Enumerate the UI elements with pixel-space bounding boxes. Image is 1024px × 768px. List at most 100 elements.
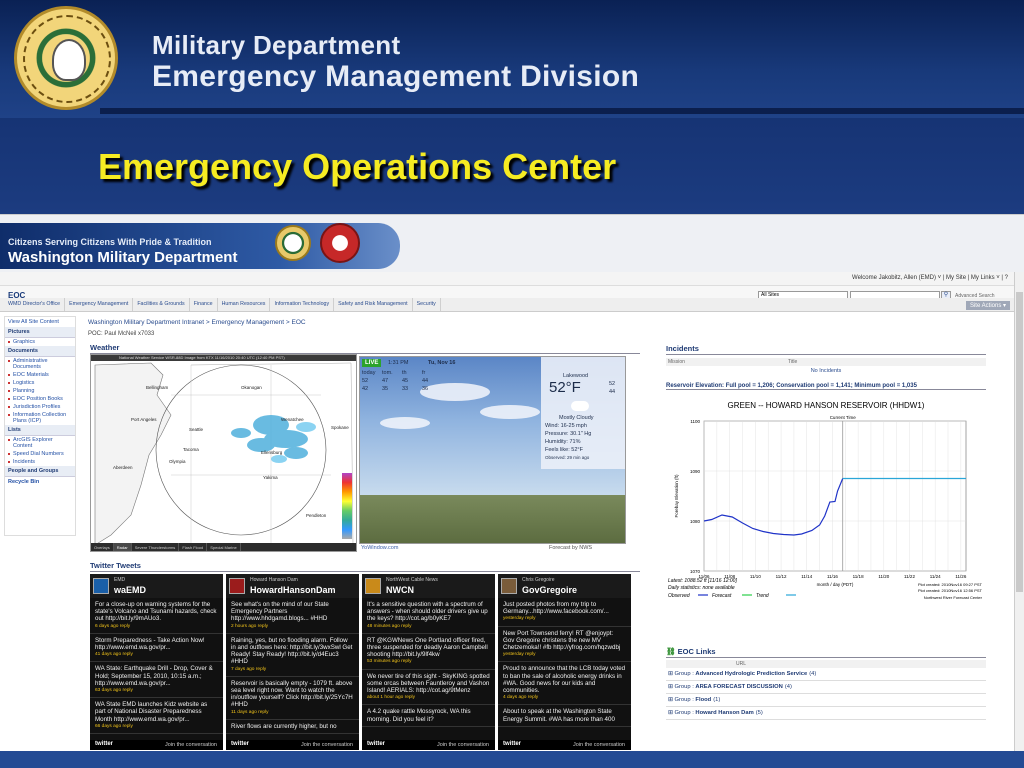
link-group[interactable]: ⊞ Group : Flood (1) bbox=[666, 694, 986, 707]
washington-portrait-icon bbox=[52, 39, 86, 81]
tweet-time[interactable]: 11 days ago reply bbox=[231, 709, 354, 716]
nav-item[interactable]: Jurisdiction Profiles bbox=[5, 403, 75, 411]
tweet-text: WA State EMD launches Kidz website as pa… bbox=[95, 701, 208, 723]
radar-tab[interactable]: Special Marine bbox=[207, 543, 241, 551]
link-group[interactable]: ⊞ Group : Howard Hanson Dam (5) bbox=[666, 707, 986, 720]
nav-section-heading[interactable]: People and Groups bbox=[5, 466, 75, 477]
avatar[interactable] bbox=[501, 578, 517, 594]
avatar[interactable] bbox=[229, 578, 245, 594]
map-city-label: Port Angeles bbox=[131, 417, 157, 422]
tweet-time[interactable]: 2 hours ago reply bbox=[231, 623, 354, 630]
radar-map[interactable]: National Weather Service WSR-88D Image f… bbox=[90, 354, 357, 552]
yowindow-link[interactable]: YoWindow.com bbox=[361, 545, 398, 551]
twitter-handle[interactable]: waEMD bbox=[114, 585, 146, 595]
recycle-bin-link[interactable]: Recycle Bin bbox=[5, 477, 75, 487]
forecast-low: 42 bbox=[362, 386, 369, 392]
nav-section-heading[interactable]: Pictures bbox=[5, 327, 75, 338]
join-conversation-link[interactable]: Join the conversation bbox=[301, 742, 353, 748]
tweet-text: We never tire of this sight - SkyKING sp… bbox=[367, 672, 490, 695]
nav-tab[interactable]: Information Technology bbox=[270, 298, 335, 311]
radar-tab[interactable]: Radar bbox=[113, 543, 132, 551]
welcome-menu[interactable]: Welcome Jakobitz, Allen (EMD) ˅ | My Sit… bbox=[852, 275, 1008, 281]
tweet-time[interactable]: 41 days ago reply bbox=[95, 651, 218, 658]
slide-title: Emergency Operations Center bbox=[98, 146, 617, 187]
tweet-time[interactable]: yesterday reply bbox=[503, 651, 626, 658]
tweet-time[interactable]: 6 days ago reply bbox=[95, 623, 218, 630]
tweet-time[interactable]: 53 minutes ago reply bbox=[367, 658, 490, 665]
avatar[interactable] bbox=[93, 578, 109, 594]
tweet-time[interactable]: 48 minutes ago reply bbox=[367, 623, 490, 630]
forecast-low: 35 bbox=[382, 386, 389, 392]
link-group[interactable]: ⊞ Group : Advanced Hydrologic Prediction… bbox=[666, 668, 986, 681]
twitter-handle[interactable]: HowardHansonDam bbox=[250, 585, 336, 595]
tweet-time[interactable]: 4 days ago reply bbox=[503, 694, 626, 701]
page-scrollbar[interactable] bbox=[1014, 272, 1024, 751]
nav-section-heading[interactable]: Documents bbox=[5, 346, 75, 357]
forecast-day: tom. bbox=[382, 370, 393, 376]
tweet-text: Reservoir is basically empty - 1079 ft. … bbox=[231, 679, 353, 709]
tweet-time[interactable]: about 1 hour ago reply bbox=[367, 694, 490, 701]
nav-tab[interactable]: Safety and Risk Management bbox=[334, 298, 413, 311]
site-actions-menu[interactable]: Site Actions ▾ bbox=[965, 301, 1010, 310]
group-name[interactable]: Flood bbox=[695, 697, 711, 703]
nav-item[interactable]: EOC Materials bbox=[5, 371, 75, 379]
tweet-time[interactable]: 66 days ago reply bbox=[95, 723, 218, 730]
join-conversation-link[interactable]: Join the conversation bbox=[165, 742, 217, 748]
account-owner: Chris Gregoire bbox=[522, 577, 555, 583]
radar-tab[interactable]: Severe Thunderstorms bbox=[132, 543, 180, 551]
twitter-handle[interactable]: NWCN bbox=[386, 585, 414, 595]
nav-item[interactable]: Graphics bbox=[5, 338, 75, 346]
nav-tab[interactable]: Emergency Management bbox=[65, 298, 134, 311]
x-tick-label: 11/18 bbox=[853, 574, 864, 579]
group-name[interactable]: AREA FORECAST DISCUSSION bbox=[695, 684, 782, 690]
tweet-time[interactable]: 7 days ago reply bbox=[231, 666, 354, 673]
map-city-label: Olympia bbox=[169, 459, 186, 464]
url-column[interactable]: URL bbox=[666, 660, 986, 668]
link-icon: ⛓ bbox=[666, 647, 678, 656]
yowindow-widget[interactable]: LIVE 1:31 PM Tu, Nov 16 today 52 42 tom. 47 3… bbox=[359, 356, 626, 544]
nav-item[interactable]: Administrative Documents bbox=[5, 357, 75, 371]
tweet: About to speak at the Washington State E… bbox=[498, 705, 631, 727]
nav-tab[interactable]: Human Resources bbox=[218, 298, 271, 311]
group-count: (4) bbox=[809, 671, 817, 677]
breadcrumb[interactable]: Washington Military Department Intranet … bbox=[88, 319, 306, 326]
forecast-day: today bbox=[362, 370, 376, 376]
nav-tab[interactable]: WMD Director's Office bbox=[4, 298, 66, 311]
scrollbar-thumb[interactable] bbox=[1016, 292, 1023, 592]
nav-item[interactable]: ArcGIS Explorer Content bbox=[5, 436, 75, 450]
nav-item[interactable]: Speed Dial Numbers bbox=[5, 450, 75, 458]
radar-tab[interactable]: Overlays bbox=[91, 543, 114, 551]
nav-item[interactable]: Incidents bbox=[5, 458, 75, 466]
nav-tab[interactable]: Finance bbox=[190, 298, 218, 311]
mission-column[interactable]: Mission bbox=[668, 359, 788, 365]
nav-item[interactable]: EOC Position Books bbox=[5, 395, 75, 403]
nav-item[interactable]: Logistics bbox=[5, 379, 75, 387]
twitter-handle[interactable]: GovGregoire bbox=[522, 585, 577, 595]
nav-tab[interactable]: Facilities & Grounds bbox=[133, 298, 190, 311]
forecast-credit[interactable]: Forecast by NWS bbox=[549, 545, 592, 551]
x-tick-label: 11/22 bbox=[904, 574, 915, 579]
tweet-time[interactable]: yesterday reply bbox=[503, 615, 626, 622]
avatar[interactable] bbox=[365, 578, 381, 594]
nav-item[interactable]: Planning bbox=[5, 387, 75, 395]
map-city-label: Spokane bbox=[331, 425, 349, 430]
tweet: For a close-up on warning systems for th… bbox=[90, 598, 223, 634]
join-conversation-link[interactable]: Join the conversation bbox=[437, 742, 489, 748]
title-column[interactable]: Title bbox=[788, 359, 908, 365]
group-name[interactable]: Advanced Hydrologic Prediction Service bbox=[695, 671, 807, 677]
eoc-links-label: EOC Links bbox=[677, 647, 716, 656]
y-axis-label: Forebay Elevation (ft) bbox=[674, 474, 679, 518]
link-group[interactable]: ⊞ Group : AREA FORECAST DISCUSSION (4) bbox=[666, 681, 986, 694]
x-axis-label: month / day (PDT) bbox=[817, 582, 854, 587]
tweet-text: River flows are currently higher, but no bbox=[231, 722, 337, 730]
group-name[interactable]: Howard Hanson Dam bbox=[695, 710, 753, 716]
map-city-label: Ellensburg bbox=[261, 450, 283, 455]
nav-item[interactable]: Information Collection Plans (ICP) bbox=[5, 411, 75, 425]
twitter-webpart-title: Twitter Tweets bbox=[90, 561, 640, 572]
join-conversation-link[interactable]: Join the conversation bbox=[573, 742, 625, 748]
radar-tab[interactable]: Flash Flood bbox=[179, 543, 208, 551]
tweet-time[interactable]: 63 days ago reply bbox=[95, 687, 218, 694]
nav-tab[interactable]: Security bbox=[413, 298, 441, 311]
nav-section-heading[interactable]: Lists bbox=[5, 425, 75, 436]
view-all-content-link[interactable]: View All Site Content bbox=[5, 317, 75, 327]
